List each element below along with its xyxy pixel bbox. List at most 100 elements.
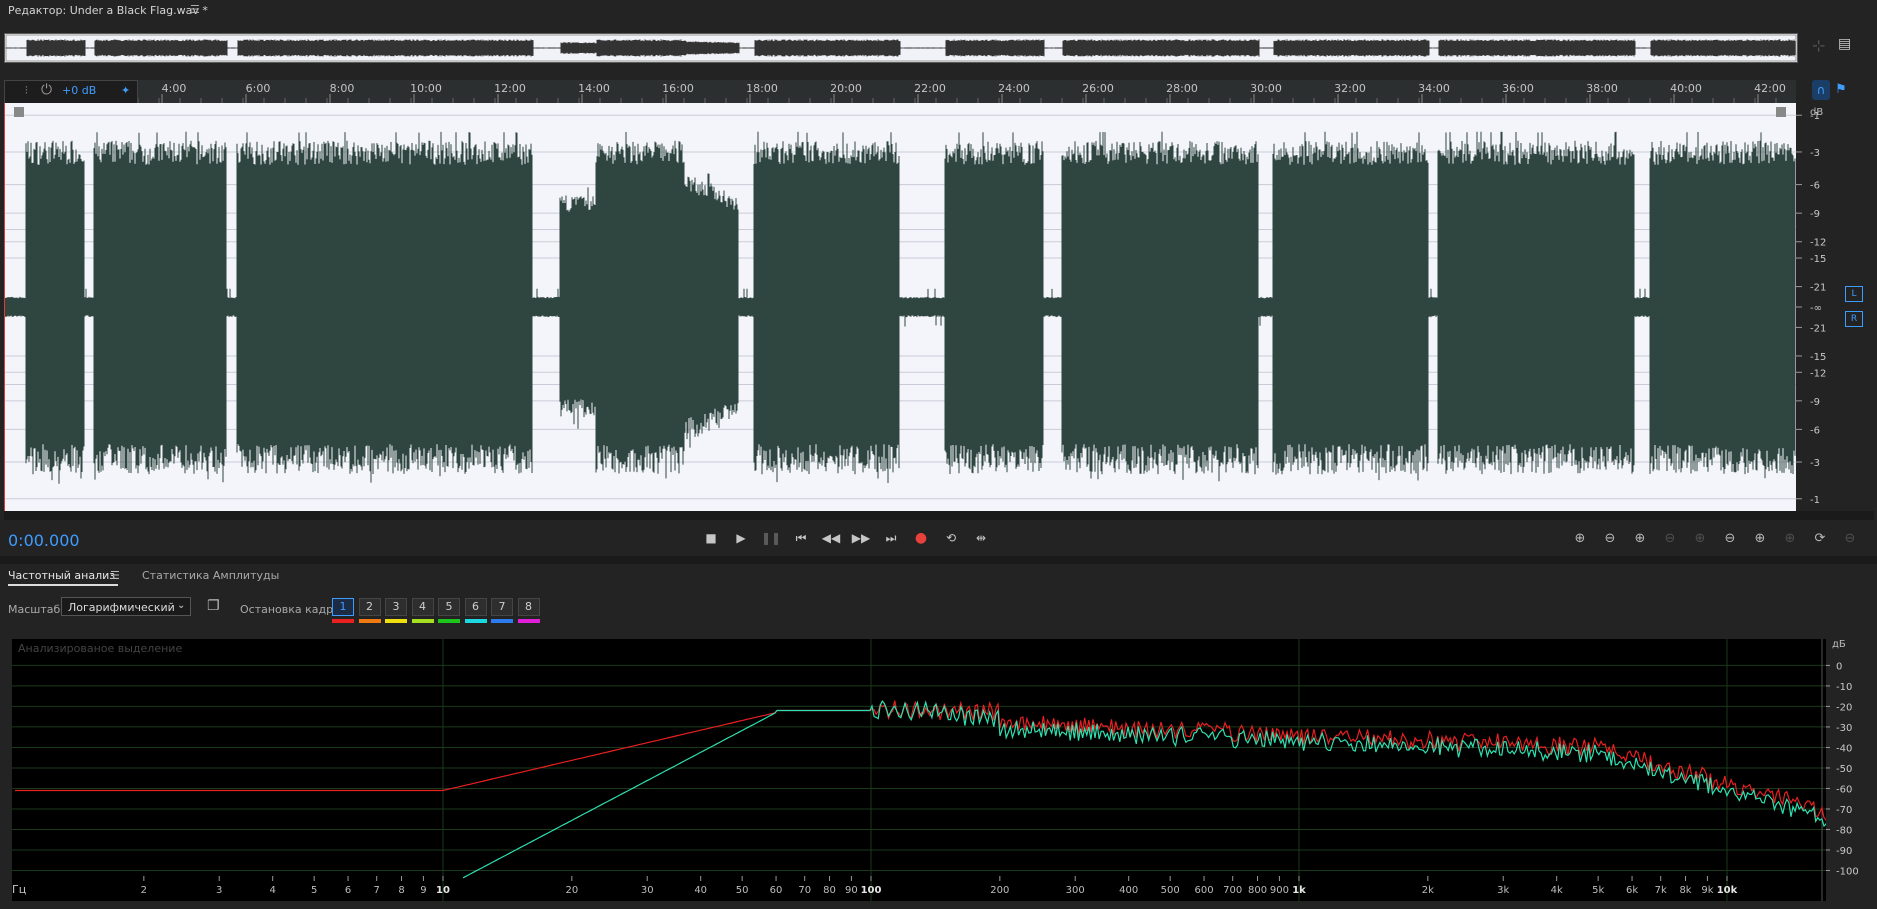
spectrum-freq-tick: 200 — [990, 885, 1009, 896]
ruler-tick-label: 42:00 — [1754, 82, 1786, 95]
zoom-in-left-icon[interactable]: ⊕ — [1748, 529, 1772, 549]
spectrum-freq-tick: 800 — [1248, 885, 1267, 896]
ruler-tick-label: 12:00 — [494, 82, 526, 95]
spectrum-freq-tick: 90 — [845, 885, 858, 896]
spectrum-freq-tick: 300 — [1066, 885, 1085, 896]
rewind-icon[interactable]: ◀◀ — [820, 529, 842, 547]
zoom-reset-icon[interactable]: ⟳ — [1808, 529, 1832, 549]
waveform-display[interactable] — [4, 103, 1796, 511]
ruler-tick-label: 14:00 — [578, 82, 610, 95]
db-tick-label: -9 — [1810, 209, 1820, 220]
overview-waveform[interactable] — [4, 33, 1798, 63]
spectrum-freq-tick: 50 — [736, 885, 749, 896]
spectrum-freq-tick: 7 — [374, 885, 380, 896]
zoom-out-full-icon[interactable]: ⊖ — [1718, 529, 1742, 549]
fade-out-handle — [1776, 107, 1786, 117]
ruler-tick-label: 18:00 — [746, 82, 778, 95]
horizontal-scrollbar[interactable] — [4, 511, 1874, 520]
volume-knob-icon[interactable]: ⏻ — [41, 82, 52, 98]
db-tick-label: -21 — [1810, 283, 1826, 294]
spectrum-freq-tick: 100 — [861, 885, 882, 896]
ruler-tick-label: 28:00 — [1166, 82, 1198, 95]
ruler-tick-label: 16:00 — [662, 82, 694, 95]
zoom-in-amplitude-icon[interactable]: ⊕ — [1568, 529, 1592, 549]
spectrum-freq-tick: 5k — [1592, 885, 1604, 896]
spectrum-db-axis: дБ 0 -10 -20 -30 -40 -50 -60 -70 -80 -90 -100 — [1826, 639, 1859, 877]
spectrum-freq-tick: 400 — [1119, 885, 1138, 896]
frequency-spectrum[interactable] — [12, 639, 1826, 901]
spectrum-freq-tick: 4k — [1551, 885, 1563, 896]
frame-hold-3[interactable]: 3 — [385, 598, 407, 616]
spectrum-freq-tick: 4 — [269, 885, 275, 896]
fade-in-handle — [14, 107, 24, 117]
ruler-tick-label: 34:00 — [1418, 82, 1450, 95]
frame-hold-6[interactable]: 6 — [464, 598, 487, 616]
spectrum-freq-tick: 9k — [1701, 885, 1713, 896]
spectrum-frequency-axis: Гц 2 3 4 5 6 7 8 9 10 20 30 40 50 60 70 80 90 100 200 300 400… — [12, 876, 1738, 896]
title-bar — [0, 0, 1877, 22]
spectrum-freq-tick: 5 — [311, 885, 317, 896]
channel-right-toggle[interactable]: R — [1845, 311, 1863, 327]
zoom-out-amplitude-icon[interactable]: ⊖ — [1598, 529, 1622, 549]
spectrum-db-tick: -10 — [1836, 682, 1852, 693]
frame-hold-2[interactable]: 2 — [358, 598, 381, 616]
db-tick-label: -6 — [1810, 425, 1820, 436]
channel-left-toggle[interactable]: L — [1845, 286, 1863, 302]
volume-value[interactable]: +0 dB — [62, 84, 96, 97]
spectrum-freq-tick: 8 — [398, 885, 404, 896]
zoom-navigator-icon[interactable]: ⊹ — [1812, 36, 1825, 55]
play-icon[interactable]: ▶ — [730, 529, 752, 547]
db-tick-label: -6 — [1810, 181, 1820, 192]
frame-hold-1[interactable]: 1 — [332, 598, 354, 616]
spectrum-db-tick: -20 — [1836, 702, 1852, 713]
chevron-down-icon[interactable]: ⌄ — [177, 600, 185, 611]
spectrum-db-tick: 0 — [1836, 661, 1842, 672]
copy-icon[interactable]: ❐ — [207, 598, 220, 614]
zoom-in-time-icon[interactable]: ⊕ — [1628, 529, 1652, 549]
ruler-tick-label: 24:00 — [998, 82, 1030, 95]
fast-forward-icon[interactable]: ▶▶ — [850, 529, 872, 547]
list-view-icon[interactable]: ▤ — [1838, 36, 1851, 52]
ruler-tick-label: 40:00 — [1670, 82, 1702, 95]
frame-color-swatch — [464, 619, 487, 623]
stop-icon[interactable]: ■ — [700, 529, 722, 547]
skip-selection-icon[interactable]: ⇹ — [970, 529, 992, 547]
go-to-start-icon[interactable]: ⏮ — [790, 529, 812, 547]
meter-icon: ⫶ — [25, 84, 28, 97]
db-tick-label: -1 — [1810, 111, 1820, 122]
spectrum-freq-tick: 8k — [1679, 885, 1691, 896]
spectrum-freq-tick: 2k — [1422, 885, 1434, 896]
tab-frequency-analysis[interactable]: Частотный анализ — [8, 569, 115, 582]
spectrum-freq-tick: 7k — [1655, 885, 1667, 896]
tab-amplitude-statistics[interactable]: Статистика Амплитуды — [142, 569, 279, 582]
current-time[interactable]: 0:00.000 — [8, 531, 80, 550]
frame-hold-8[interactable]: 8 — [517, 598, 540, 616]
frame-hold-5[interactable]: 5 — [438, 598, 460, 616]
loop-icon[interactable]: ⟲ — [940, 529, 962, 547]
zoom-in-selection-icon[interactable]: ⊕ — [1688, 529, 1712, 549]
ruler-tick-label: 38:00 — [1586, 82, 1618, 95]
ruler-tick-label: 22:00 — [914, 82, 946, 95]
spectrum-freq-tick: 3k — [1497, 885, 1509, 896]
frame-hold-7[interactable]: 7 — [491, 598, 513, 616]
frame-hold-4[interactable]: 4 — [411, 598, 434, 616]
scale-dropdown[interactable]: Логарифмический — [61, 597, 191, 616]
snap-icon[interactable]: ∩ — [1812, 80, 1830, 100]
overview-waveform-path — [5, 39, 1797, 57]
tab-menu-icon[interactable]: ☰ — [110, 569, 120, 582]
marker-icon[interactable]: ⚑ — [1832, 80, 1850, 100]
zoom-all-icon[interactable]: ⊖ — [1838, 529, 1862, 549]
db-tick-label: -9 — [1810, 397, 1820, 408]
ruler-tick-label: 20:00 — [830, 82, 862, 95]
db-tick-label: -3 — [1810, 458, 1820, 469]
time-ruler-ticks: 4:00 6:00 8:00 10:00 12:00 14:00 16:00 18:00 20:… — [11, 82, 1786, 103]
record-icon[interactable]: ● — [910, 529, 932, 547]
panel-divider[interactable] — [0, 556, 1877, 564]
pause-icon[interactable]: ❚❚ — [760, 529, 782, 547]
go-to-end-icon[interactable]: ⏭ — [880, 529, 902, 547]
pin-icon[interactable]: ✦ — [121, 84, 130, 97]
panel-menu-icon[interactable]: ☰ — [190, 3, 200, 16]
zoom-out-time-icon[interactable]: ⊖ — [1658, 529, 1682, 549]
db-tick-label: -1 — [1810, 495, 1820, 506]
zoom-in-right-icon[interactable]: ⊕ — [1778, 529, 1802, 549]
